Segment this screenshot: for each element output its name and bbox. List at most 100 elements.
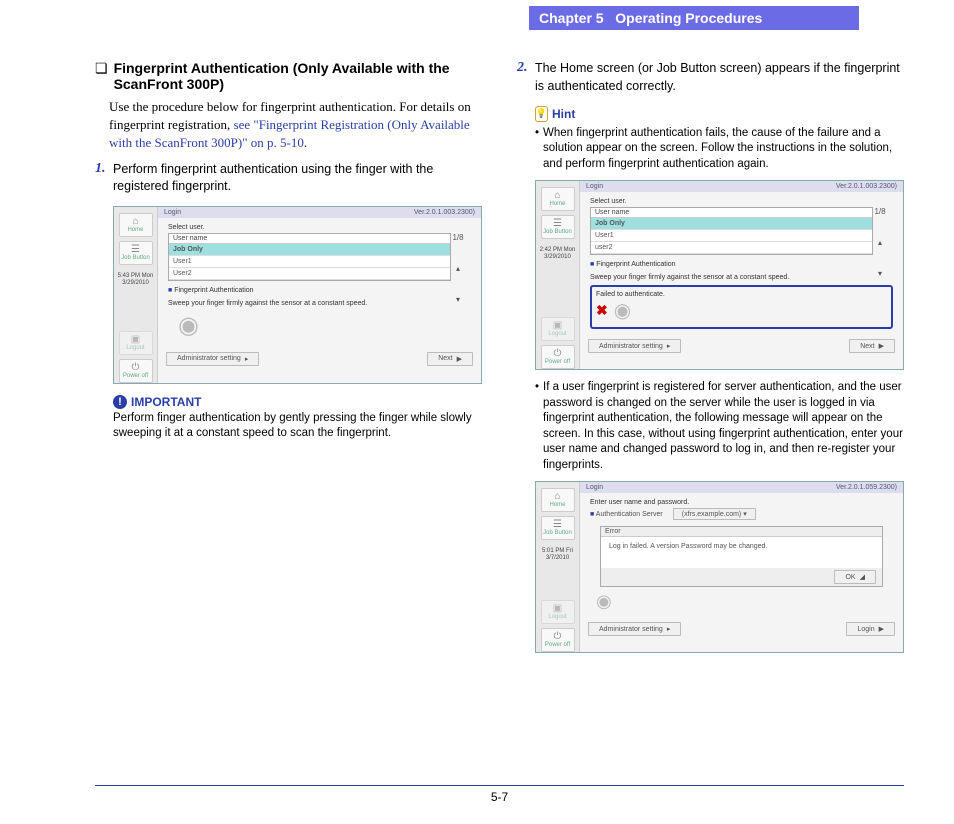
fig-poweroff-button: ⏻Power off — [541, 345, 575, 369]
fig-time: 5:43 PM Mon3/29/2010 — [118, 273, 154, 287]
important-label: IMPORTANT — [131, 395, 201, 409]
fig-admin-button: Administrator setting ▸ — [588, 622, 681, 636]
chapter-title: Operating Procedures — [615, 10, 762, 26]
power-icon: ⏻ — [554, 349, 562, 359]
figure-login-error: ⌂Home ☰Job Button 5:01 PM Fri3/7/2010 ▣L… — [535, 481, 904, 653]
fig-error-body: Log in failed. A version Password may be… — [601, 537, 882, 568]
fig-next-button: Next ▶ — [849, 339, 895, 353]
fig-fp-hint: Sweep your finger firmly against the sen… — [168, 300, 471, 307]
left-column: ❏ Fingerprint Authentication (Only Avail… — [95, 60, 482, 663]
scroll-up-icon: ▴ — [878, 238, 882, 247]
figure-auth-failed: ⌂Home ☰Job Button 2:42 PM Mon3/29/2010 ▣… — [535, 180, 904, 370]
logout-icon: ▣ — [131, 335, 140, 345]
scroll-down-icon: ▾ — [456, 295, 460, 304]
fig-jobbutton: ☰Job Button — [541, 516, 575, 540]
hint-icon: 💡 — [535, 106, 548, 122]
section-intro: Use the procedure below for fingerprint … — [95, 98, 482, 153]
important-icon: ! — [113, 395, 127, 409]
arrow-icon: ▸ — [667, 342, 671, 350]
fig-version: Ver.2.0.1.003.2300) — [414, 209, 475, 216]
fig-time: 2:42 PM Mon3/29/2010 — [540, 247, 576, 261]
fig-logout-button: ▣Logout — [119, 331, 153, 355]
page-footer: 5-7 — [95, 785, 904, 804]
home-icon: ⌂ — [554, 191, 560, 201]
fig-title: Login — [586, 484, 603, 491]
play-icon: ▶ — [879, 342, 884, 350]
section-title-text: Fingerprint Authentication (Only Availab… — [114, 60, 482, 92]
power-icon: ⏻ — [554, 632, 562, 642]
fig-admin-button: Administrator setting ▸ — [588, 339, 681, 353]
figure-fingerprint-login: ⌂Home ☰Job Button 5:43 PM Mon3/29/2010 ▣… — [113, 206, 482, 384]
important-text: Perform finger authentication by gently … — [113, 411, 482, 442]
fingerprint-icon: ◉ — [178, 311, 471, 340]
chapter-header: Chapter 5 Operating Procedures — [529, 6, 859, 30]
step-2: 2. The Home screen (or Job Button screen… — [517, 60, 904, 95]
fig-home-button: ⌂Home — [119, 213, 153, 237]
hint-note: 💡 Hint — [535, 105, 904, 122]
fig-select-label: Select user. — [168, 224, 471, 231]
fig-title: Login — [164, 209, 181, 216]
fig-fp-hint: Sweep your finger firmly against the sen… — [590, 274, 893, 281]
step-1: 1. Perform fingerprint authentication us… — [95, 161, 482, 196]
fig-fail-box: Failed to authenticate. ✖ ◉ — [590, 285, 893, 329]
fig-poweroff-button: ⏻Power off — [541, 628, 575, 652]
fig-enter-label: Enter user name and password. — [590, 499, 893, 506]
fig-version: Ver.2.0.1.003.2300) — [836, 183, 897, 190]
scroll-down-icon: ▾ — [878, 269, 882, 278]
fig-user-row-selected: Job Only — [591, 218, 872, 230]
fig-poweroff-button: ⏻Power off — [119, 359, 153, 383]
hint-bullet: •When fingerprint authentication fails, … — [535, 126, 904, 173]
fingerprint-icon: ◉ — [614, 298, 631, 323]
step-number: 2. — [517, 60, 531, 95]
fig-admin-button: Administrator setting ▸ — [166, 352, 259, 366]
job-icon: ☰ — [131, 245, 140, 255]
fig-ok-button: OK ◢ — [834, 570, 876, 584]
fig-time: 5:01 PM Fri3/7/2010 — [542, 548, 573, 562]
fig-fail-text: Failed to authenticate. — [596, 291, 887, 298]
job-icon: ☰ — [553, 219, 562, 229]
fig-fp-label: Fingerprint Authentication — [596, 261, 675, 268]
fig-error-dialog: Error Log in failed. A version Password … — [600, 526, 883, 587]
home-icon: ⌂ — [554, 492, 560, 502]
fig-version: Ver.2.0.1.059.2300) — [836, 484, 897, 491]
logout-icon: ▣ — [553, 321, 562, 331]
fig-auth-label: Authentication Server — [596, 511, 663, 518]
section-bullet-icon: ❏ — [95, 60, 108, 92]
fig-page-indicator: 1/8 — [452, 233, 463, 242]
page-number: 5-7 — [95, 790, 904, 804]
fig-home-button: ⌂Home — [541, 187, 575, 211]
fig-auth-select: (xfrs.example.com) ▾ — [673, 508, 756, 520]
step-number: 1. — [95, 161, 109, 196]
arrow-icon: ▸ — [667, 625, 671, 633]
fig-user-row: User2 — [169, 268, 450, 280]
arrow-icon: ▸ — [245, 355, 249, 363]
play-icon: ▶ — [457, 355, 462, 363]
section-heading: ❏ Fingerprint Authentication (Only Avail… — [95, 60, 482, 92]
fig-home-button: ⌂Home — [541, 488, 575, 512]
fig-logout-button: ▣Logout — [541, 600, 575, 624]
logout-icon: ▣ — [553, 604, 562, 614]
fig-select-label: Select user. — [590, 198, 893, 205]
error-x-icon: ✖ — [596, 302, 608, 319]
fig-jobbutton: ☰Job Button — [541, 215, 575, 239]
job-icon: ☰ — [553, 520, 562, 530]
fig-title: Login — [586, 183, 603, 190]
fig-login-button: Login ▶ — [846, 622, 895, 636]
hint-label: Hint — [552, 107, 575, 121]
fingerprint-icon: ◉ — [596, 591, 893, 612]
fig-user-row: User1 — [591, 230, 872, 242]
power-icon: ⏻ — [132, 363, 140, 373]
important-note: ! IMPORTANT Perform finger authentication… — [113, 394, 482, 442]
step-text: The Home screen (or Job Button screen) a… — [535, 60, 904, 95]
fig-logout-button: ▣Logout — [541, 317, 575, 341]
right-column: 2. The Home screen (or Job Button screen… — [517, 60, 904, 663]
hint-bullet: •If a user fingerprint is registered for… — [535, 380, 904, 473]
play-icon: ▶ — [879, 625, 884, 633]
fig-error-title: Error — [601, 527, 882, 537]
scroll-up-icon: ▴ — [456, 264, 460, 273]
home-icon: ⌂ — [132, 217, 138, 227]
fig-jobbutton: ☰Job Button — [119, 241, 153, 265]
fig-page-indicator: 1/8 — [874, 207, 885, 216]
fig-user-row: user2 — [591, 242, 872, 254]
fig-next-button: Next ▶ — [427, 352, 473, 366]
